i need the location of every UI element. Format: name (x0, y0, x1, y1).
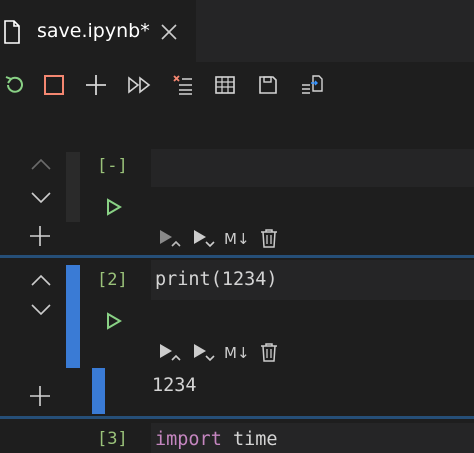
add-cell-button[interactable] (81, 70, 111, 100)
run-above-icon[interactable] (158, 342, 182, 362)
cell-2[interactable]: [2] print(1234) M↓ 1234 (0, 258, 474, 418)
plus-icon (85, 74, 107, 96)
table-icon (214, 75, 236, 95)
tab-label: save.ipynb* (37, 20, 150, 42)
clear-outputs-button[interactable] (168, 70, 198, 100)
notebook-toolbar (0, 62, 474, 108)
save-icon (258, 75, 278, 95)
chevron-down-icon[interactable] (31, 304, 51, 316)
add-cell-icon[interactable] (29, 225, 51, 247)
cell-output: 1234 (152, 375, 197, 396)
run-icon (106, 198, 122, 216)
code-args: (1234) (210, 269, 278, 290)
code-function: print (155, 269, 211, 290)
markdown-toggle[interactable]: M↓ (224, 344, 250, 362)
code-keyword: import (155, 429, 222, 450)
editor-tab[interactable]: save.ipynb* (0, 0, 196, 62)
delete-icon[interactable] (260, 342, 278, 362)
restart-icon (3, 73, 27, 97)
clear-outputs-icon (171, 73, 195, 97)
code-editor[interactable]: import time (151, 423, 474, 453)
output-status-bar (92, 368, 105, 414)
interrupt-button[interactable] (39, 70, 69, 100)
file-icon (3, 20, 21, 44)
run-cell-button[interactable] (106, 198, 122, 216)
chevron-down-icon[interactable] (31, 192, 51, 204)
code-rest: time (221, 429, 278, 450)
close-icon[interactable] (160, 23, 178, 41)
chevron-up-icon[interactable] (31, 274, 51, 286)
run-all-icon (127, 75, 153, 95)
restart-button[interactable] (0, 70, 30, 100)
execution-count: [-] (97, 156, 128, 176)
add-cell-icon[interactable] (29, 385, 51, 407)
execution-count: [3] (97, 429, 128, 449)
cell-1[interactable]: [-] M↓ (0, 130, 474, 250)
save-button[interactable] (253, 70, 283, 100)
export-button[interactable] (297, 70, 327, 100)
stop-icon (43, 74, 65, 96)
run-all-button[interactable] (125, 70, 155, 100)
run-cell-button[interactable] (106, 312, 122, 330)
run-icon (106, 312, 122, 330)
markdown-toggle[interactable]: M↓ (224, 230, 250, 248)
cell-3[interactable]: [3] import time (0, 419, 474, 453)
export-icon (300, 73, 324, 97)
chevron-up-icon[interactable] (31, 158, 51, 170)
run-above-icon[interactable] (158, 228, 182, 248)
execution-count: [2] (97, 270, 128, 290)
code-editor[interactable] (151, 149, 474, 187)
run-below-icon[interactable] (192, 228, 216, 248)
code-editor[interactable]: print(1234) (151, 260, 474, 300)
cell-status-bar (66, 152, 80, 222)
variables-button[interactable] (210, 70, 240, 100)
run-below-icon[interactable] (192, 342, 216, 362)
delete-icon[interactable] (260, 228, 278, 248)
cell-status-bar (66, 265, 80, 368)
